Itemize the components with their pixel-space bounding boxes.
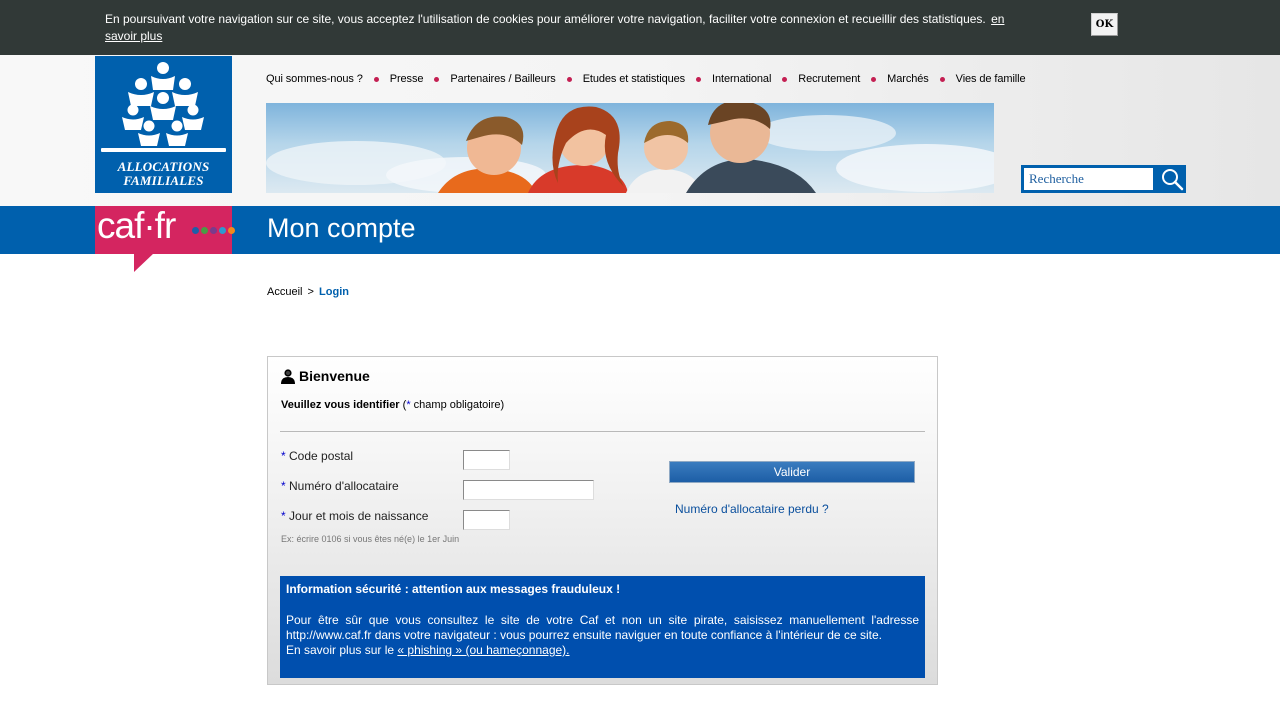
nav-bullet xyxy=(566,76,572,82)
brand-dot xyxy=(192,227,199,234)
breadcrumb-separator: > xyxy=(307,286,314,298)
search-button[interactable] xyxy=(1160,167,1184,191)
nav-item-qui-sommes-nous[interactable]: Qui sommes-nous ? xyxy=(266,73,363,85)
nav-bullet xyxy=(373,76,379,82)
security-notice-more: En savoir plus sur le « phishing » (ou h… xyxy=(286,643,919,658)
logo-line-1: ALLOCATIONS xyxy=(117,159,210,174)
logo-line-2: FAMILIALES xyxy=(123,173,204,188)
login-instructions: Veuillez vous identifier (* champ obliga… xyxy=(281,399,504,411)
page-title: Mon compte xyxy=(267,213,416,243)
brand-tab-arrow xyxy=(134,253,154,272)
logo-wordmark: ALLOCATIONS FAMILIALES xyxy=(95,160,232,188)
magnifier-icon xyxy=(1162,169,1184,191)
required-star: * xyxy=(281,509,286,523)
nav-item-presse[interactable]: Presse xyxy=(390,73,424,85)
required-star: * xyxy=(281,479,286,493)
nav-bullet xyxy=(782,76,788,82)
allocataire-number-input[interactable] xyxy=(463,480,594,500)
security-notice-body: Pour être sûr que vous consultez le site… xyxy=(286,613,919,642)
postal-code-label: * Code postal xyxy=(281,449,353,463)
security-more-prefix: En savoir plus sur le xyxy=(286,643,398,657)
birth-date-label-text: Jour et mois de naissance xyxy=(289,509,429,523)
nav-bullet xyxy=(696,76,702,82)
lost-allocataire-number-link[interactable]: Numéro d'allocataire perdu ? xyxy=(675,502,829,516)
brand-dot xyxy=(219,227,226,234)
breadcrumb: Accueil > Login xyxy=(267,286,349,298)
nav-bullet xyxy=(434,76,440,82)
family-banner-image xyxy=(266,103,994,193)
cookie-banner: En poursuivant votre navigation sur ce s… xyxy=(0,0,1280,55)
postal-code-label-text: Code postal xyxy=(289,449,354,463)
brand-dots xyxy=(192,227,235,234)
allocataire-number-label-text: Numéro d'allocataire xyxy=(289,479,399,493)
family-figures-icon xyxy=(101,62,226,152)
brand-dot xyxy=(201,227,208,234)
cookie-ok-button[interactable]: OK xyxy=(1091,13,1118,36)
family-photo-illustration xyxy=(266,103,994,193)
breadcrumb-home-link[interactable]: Accueil xyxy=(267,286,302,298)
panel-divider xyxy=(280,431,925,432)
site-header: ALLOCATIONS FAMILIALES Qui sommes-nous ?… xyxy=(0,55,1280,206)
allocataire-number-label: * Numéro d'allocataire xyxy=(281,479,399,493)
nav-item-etudes[interactable]: Etudes et statistiques xyxy=(583,73,685,85)
birth-date-label: * Jour et mois de naissance xyxy=(281,509,428,523)
required-star: * xyxy=(281,449,286,463)
top-navigation: Qui sommes-nous ? Presse Partenaires / B… xyxy=(266,72,1026,86)
search-box xyxy=(1021,165,1186,193)
nav-bullet xyxy=(871,76,877,82)
cookie-message-text: En poursuivant votre navigation sur ce s… xyxy=(105,12,986,26)
login-panel-title: Bienvenue xyxy=(281,368,370,384)
login-panel: Bienvenue Veuillez vous identifier (* ch… xyxy=(267,356,938,685)
caf-fr-wordmark: caf·fr xyxy=(97,205,176,246)
birth-date-hint: Ex: écrire 0106 si vous êtes né(e) le 1e… xyxy=(281,534,460,544)
nav-item-international[interactable]: International xyxy=(712,73,771,85)
breadcrumb-current: Login xyxy=(319,286,349,298)
allocations-familiales-logo[interactable]: ALLOCATIONS FAMILIALES xyxy=(95,56,232,193)
user-icon xyxy=(281,368,295,384)
login-instructions-bold: Veuillez vous identifier xyxy=(281,399,400,411)
nav-item-recrutement[interactable]: Recrutement xyxy=(798,73,860,85)
cookie-message: En poursuivant votre navigation sur ce s… xyxy=(105,11,1015,45)
postal-code-input[interactable] xyxy=(463,450,510,470)
nav-item-vies-de-famille[interactable]: Vies de famille xyxy=(956,73,1026,85)
validate-button[interactable]: Valider xyxy=(669,461,915,483)
login-title-text: Bienvenue xyxy=(299,368,370,384)
phishing-info-link[interactable]: « phishing » (ou hameçonnage). xyxy=(397,643,569,657)
brand-dot xyxy=(228,227,235,234)
brand-dot xyxy=(210,227,217,234)
login-instructions-rest: champ obligatoire) xyxy=(410,399,505,411)
nav-item-marches[interactable]: Marchés xyxy=(887,73,929,85)
nav-item-partenaires[interactable]: Partenaires / Bailleurs xyxy=(450,73,555,85)
nav-bullet xyxy=(939,76,945,82)
security-notice-title: Information sécurité : attention aux mes… xyxy=(286,582,621,596)
security-notice: Information sécurité : attention aux mes… xyxy=(280,576,925,678)
birth-date-input[interactable] xyxy=(463,510,510,530)
search-input[interactable] xyxy=(1024,168,1153,190)
